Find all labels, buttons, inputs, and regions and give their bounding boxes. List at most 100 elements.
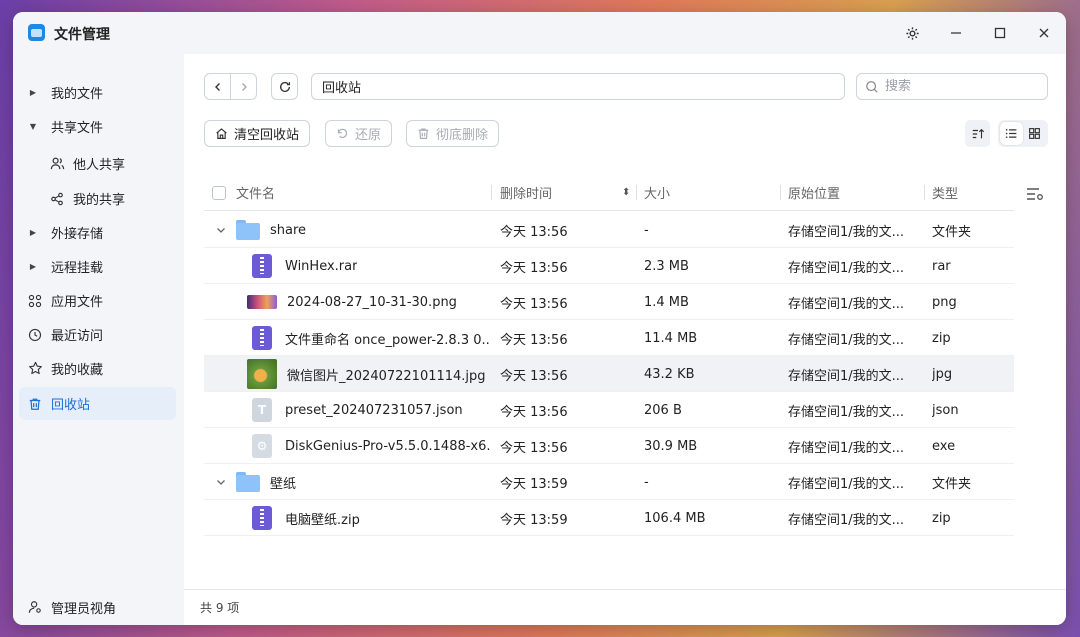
file-type: exe (932, 438, 956, 454)
grid-view-button[interactable] (1023, 122, 1046, 145)
image-thumbnail (247, 359, 277, 389)
column-header-origin[interactable]: 原始位置 (788, 174, 840, 211)
select-all-checkbox[interactable] (212, 174, 226, 211)
sidebar-item-favorites[interactable]: 我的收藏 (19, 352, 176, 385)
file-size: - (644, 474, 649, 490)
sidebar-item-label: 我的文件 (51, 87, 104, 102)
sidebar-item-my-files[interactable]: ▶ 我的文件 (19, 76, 176, 109)
admin-view-toggle[interactable]: 管理员视角 (13, 589, 184, 625)
close-icon[interactable] (1033, 22, 1055, 44)
archive-icon (251, 326, 273, 350)
folder-icon (236, 218, 260, 242)
file-name: 壁纸 (270, 476, 297, 492)
settings-gear-icon[interactable] (901, 22, 923, 44)
file-type: json (932, 402, 959, 418)
sidebar-item-label: 共享文件 (51, 121, 104, 136)
table-row[interactable]: Tpreset_202407231057.json 今天 13:56 206 B… (204, 392, 1014, 428)
original-location: 存储空间1/我的文... (788, 332, 905, 348)
sidebar-item-shared-by-others[interactable]: 他人共享 (43, 147, 125, 180)
table-row[interactable]: WinHex.rar 今天 13:56 2.3 MB 存储空间1/我的文... … (204, 248, 1014, 284)
sidebar-item-shared-files[interactable]: ▼ 共享文件 (19, 110, 176, 143)
original-location: 存储空间1/我的文... (788, 224, 905, 240)
sidebar-item-label: 回收站 (51, 398, 91, 413)
file-name: 文件重命名 once_power-2.8.3 0... (285, 332, 491, 348)
sidebar-item-my-shares[interactable]: 我的共享 (43, 182, 125, 215)
restore-button[interactable]: 还原 (325, 120, 393, 147)
minimize-icon[interactable] (945, 22, 967, 44)
table-row[interactable]: 电脑壁纸.zip 今天 13:59 106.4 MB 存储空间1/我的文... … (204, 500, 1014, 536)
deleted-time: 今天 13:56 (500, 296, 568, 312)
archive-icon (251, 506, 273, 530)
sidebar-item-app-files[interactable]: 应用文件 (19, 284, 176, 317)
search-icon (866, 80, 878, 93)
deleted-time: 今天 13:56 (500, 404, 568, 420)
column-settings-icon (1027, 188, 1043, 200)
list-view-button[interactable] (1000, 122, 1023, 145)
delete-permanently-button[interactable]: 彻底删除 (406, 120, 500, 147)
deleted-time: 今天 13:56 (500, 332, 568, 348)
file-name: share (270, 222, 307, 238)
folder-icon (236, 470, 260, 494)
status-bar: 共 9 项 (184, 589, 1066, 625)
file-type: zip (932, 510, 951, 526)
sidebar-item-remote-mount[interactable]: ▶ 远程挂载 (19, 250, 176, 283)
sidebar-item-external-storage[interactable]: ▶ 外接存储 (19, 216, 176, 249)
sidebar-item-recycle-bin[interactable]: 回收站 (19, 387, 176, 420)
deleted-time: 今天 13:56 (500, 440, 568, 456)
caret-right-icon: ▶ (29, 228, 37, 237)
column-settings-button[interactable] (1025, 184, 1045, 204)
file-name: 2024-08-27_10-31-30.png (287, 294, 457, 310)
search-box[interactable] (856, 73, 1048, 100)
original-location: 存储空间1/我的文... (788, 260, 905, 276)
original-location: 存储空间1/我的文... (788, 440, 905, 456)
forward-button[interactable] (230, 74, 256, 99)
column-header-size[interactable]: 大小 (644, 174, 670, 211)
file-type: png (932, 294, 957, 310)
column-header-deleted-time[interactable]: 删除时间 (500, 174, 552, 211)
table-row[interactable]: share 今天 13:56 - 存储空间1/我的文... 文件夹 (204, 212, 1014, 248)
empty-recycle-bin-button[interactable]: 清空回收站 (204, 120, 311, 147)
trash-icon (27, 396, 43, 412)
chevron-left-icon (214, 82, 220, 91)
table-row[interactable]: ⚙ DiskGenius-Pro-v5.5.0.1488-x6... 今天 13:… (204, 428, 1014, 464)
file-name: 微信图片_20240722101114.jpg (287, 368, 486, 384)
chevron-down-icon[interactable] (216, 464, 226, 500)
column-header-type[interactable]: 类型 (932, 174, 958, 211)
file-size: 206 B (644, 402, 682, 418)
main-content: 清空回收站 还原 彻底删除 (184, 54, 1066, 625)
column-header-name[interactable]: 文件名 (236, 174, 275, 211)
apps-grid-icon (27, 293, 43, 309)
refresh-button[interactable] (271, 73, 298, 100)
table-row[interactable]: 壁纸 今天 13:59 - 存储空间1/我的文... 文件夹 (204, 464, 1014, 500)
deleted-time: 今天 13:56 (500, 224, 568, 240)
sort-arrows-icon[interactable]: ⬍ (622, 174, 630, 211)
file-type: jpg (932, 366, 953, 382)
table-row[interactable]: 微信图片_20240722101114.jpg 今天 13:56 43.2 KB… (204, 356, 1014, 392)
original-location: 存储空间1/我的文... (788, 476, 905, 492)
file-manager-window: 文件管理 ▶ 我的文件 ▼ 共享文件 他人共享 我的共享 ▶ 外接存储 ▶ 远程… (13, 12, 1066, 625)
sidebar-item-recent[interactable]: 最近访问 (19, 318, 176, 351)
table-row[interactable]: 文件重命名 once_power-2.8.3 0... 今天 13:56 11.… (204, 320, 1014, 356)
path-input[interactable] (311, 73, 845, 100)
chevron-down-icon[interactable] (216, 212, 226, 248)
file-type: rar (932, 258, 951, 274)
search-input[interactable] (885, 79, 1035, 94)
list-view-icon (1005, 129, 1017, 138)
caret-right-icon: ▶ (29, 262, 37, 271)
table-row[interactable]: 2024-08-27_10-31-30.png 今天 13:56 1.4 MB … (204, 284, 1014, 320)
caret-right-icon: ▶ (29, 88, 37, 97)
restore-label: 还原 (355, 128, 382, 143)
delete-permanently-label: 彻底删除 (436, 128, 489, 143)
star-icon (27, 361, 43, 377)
archive-icon (251, 254, 273, 278)
original-location: 存储空间1/我的文... (788, 512, 905, 528)
app-logo-icon (28, 24, 45, 41)
deleted-time: 今天 13:59 (500, 512, 568, 528)
history-nav (204, 73, 257, 100)
sort-button[interactable] (965, 120, 990, 147)
table-header: 文件名 删除时间 ⬍ 大小 原始位置 类型 (204, 174, 1014, 211)
maximize-icon[interactable] (989, 22, 1011, 44)
back-button[interactable] (205, 74, 230, 99)
file-name: DiskGenius-Pro-v5.5.0.1488-x6... (285, 438, 491, 454)
file-size: 30.9 MB (644, 438, 698, 454)
